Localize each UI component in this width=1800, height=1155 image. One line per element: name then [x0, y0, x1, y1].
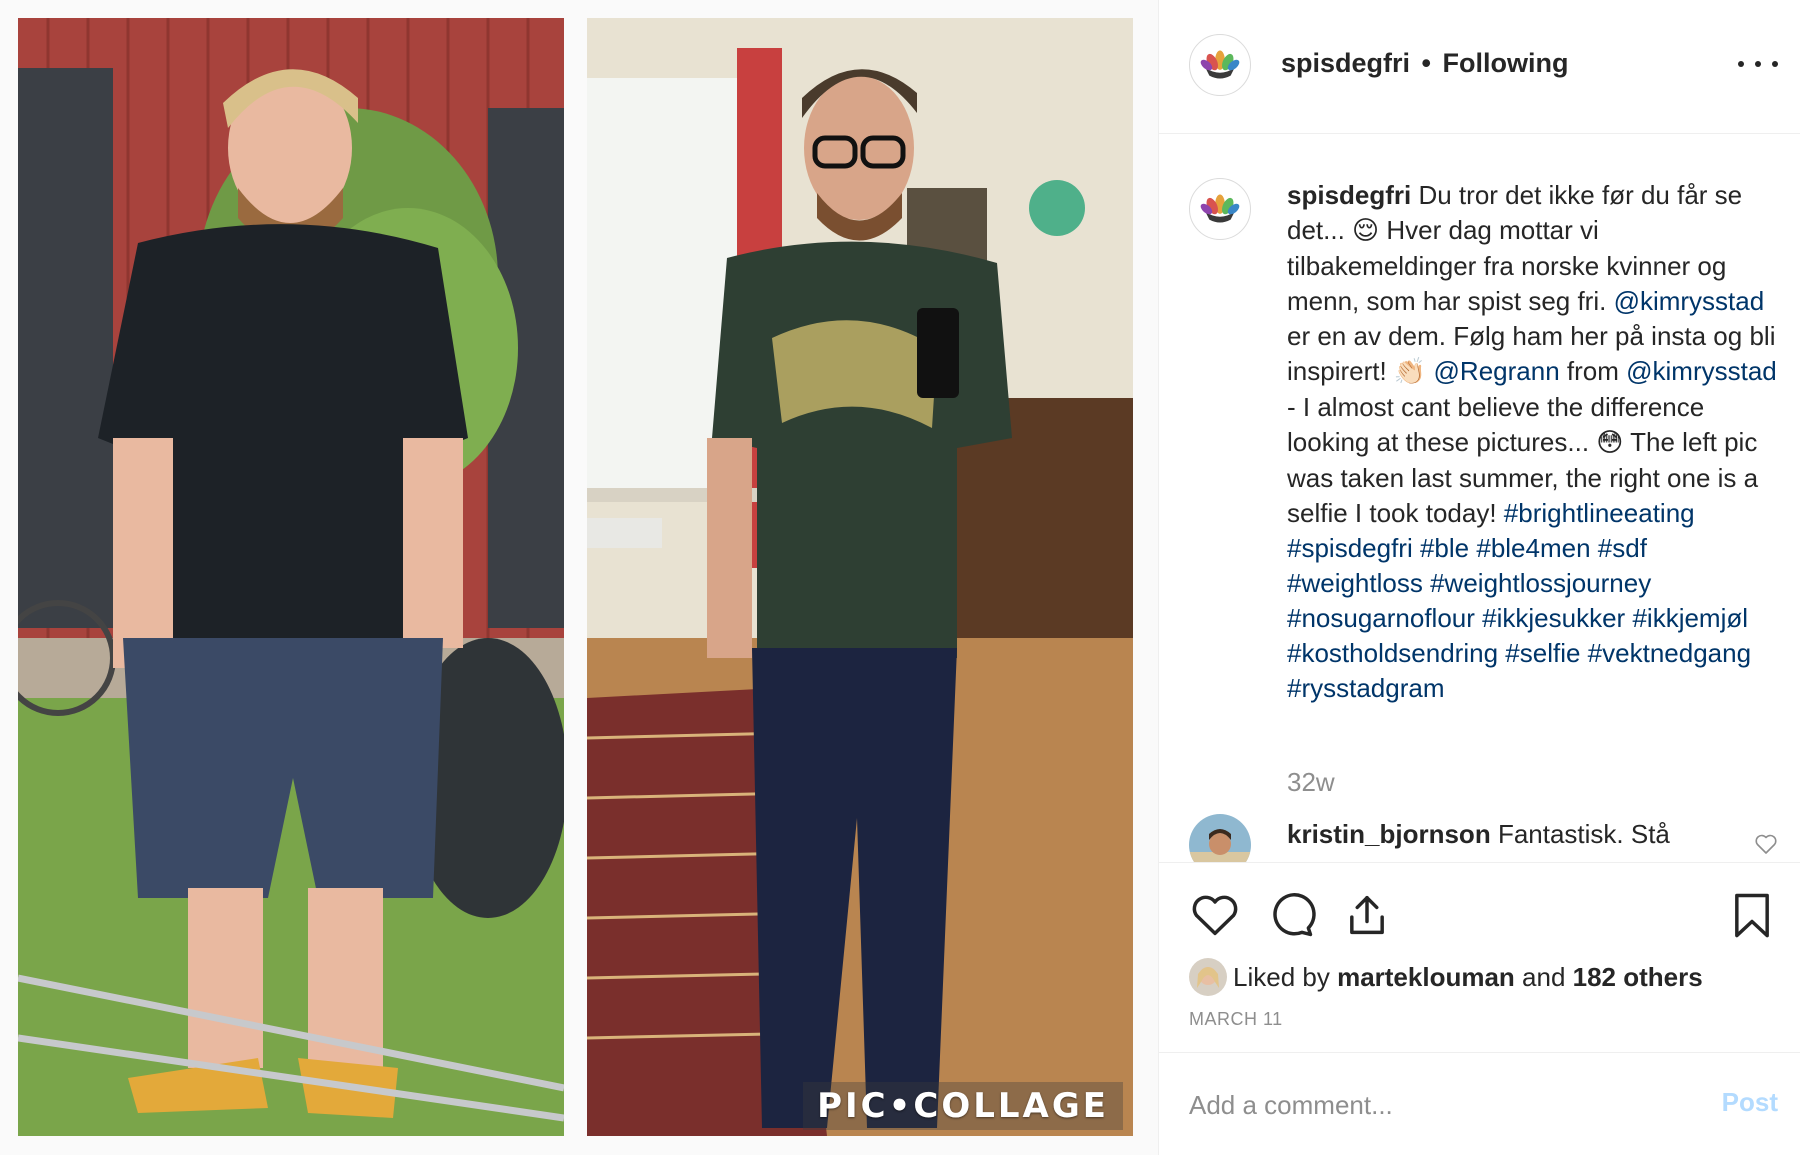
commenter-username[interactable]: kristin_bjornson [1287, 819, 1491, 849]
follow-status-button[interactable]: Following [1443, 48, 1569, 78]
caption-text: from [1559, 356, 1627, 386]
pic-collage-watermark: PIC•COLLAGE [803, 1082, 1123, 1130]
likes-summary[interactable]: Liked by marteklouman and 182 others [1189, 957, 1703, 997]
before-photo [18, 18, 564, 1136]
profile-avatar[interactable] [1189, 34, 1251, 96]
post-side-panel: spisdegfri • Following spisdegfri Du tro… [1158, 0, 1800, 1155]
comment-bubble-icon[interactable] [1265, 889, 1317, 941]
hashtag-link[interactable]: #ble [1420, 533, 1469, 563]
likes-prefix: Liked by [1233, 961, 1338, 992]
likes-count[interactable]: 182 others [1573, 962, 1703, 993]
post-comment-button[interactable]: Post [1722, 1087, 1778, 1118]
hashtag-link[interactable]: #kostholdsendring [1287, 638, 1498, 668]
add-comment-bar: Post [1159, 1052, 1800, 1155]
clapping-emoji: 👏🏻 [1393, 357, 1427, 387]
mention-link[interactable]: @Regrann [1434, 356, 1560, 386]
post-header: spisdegfri • Following [1159, 0, 1800, 134]
hashtag-link[interactable]: #weightloss [1287, 568, 1423, 598]
hashtag-link[interactable]: #brightlineeating [1504, 498, 1695, 528]
caption-avatar[interactable] [1189, 178, 1251, 240]
post-media[interactable]: PIC•COLLAGE [0, 0, 1158, 1155]
hashtag-link[interactable]: #rysstadgram [1287, 673, 1445, 703]
post-actions: Liked by marteklouman and 182 others MAR… [1159, 862, 1800, 1052]
share-icon[interactable] [1341, 889, 1393, 941]
likes-middle: and [1514, 961, 1573, 992]
after-photo: PIC•COLLAGE [587, 18, 1133, 1136]
caption-username[interactable]: spisdegfri [1287, 180, 1411, 210]
comments-section[interactable]: spisdegfri Du tror det ikke før du får s… [1159, 134, 1800, 862]
heart-icon[interactable] [1189, 889, 1241, 941]
commenter-avatar[interactable] [1189, 814, 1251, 862]
comment-item: kristin_bjornson Fantastisk. Stå [1287, 817, 1670, 852]
hashtag-link[interactable]: #ikkjesukker [1482, 603, 1625, 633]
hashtag-link[interactable]: #vektnedgang [1588, 638, 1751, 668]
flushed-emoji: 😳 [1596, 428, 1624, 458]
hashtag-link[interactable]: #weightlossjourney [1430, 568, 1651, 598]
comment-heart-icon[interactable] [1754, 832, 1778, 856]
comment-input[interactable] [1189, 1085, 1669, 1125]
more-options-icon[interactable] [1738, 48, 1778, 80]
hashtag-link[interactable]: #ble4men [1476, 533, 1590, 563]
hashtag-link[interactable]: #nosugarnoflour [1287, 603, 1475, 633]
mention-link[interactable]: @kimrysstad [1626, 356, 1777, 386]
hashtag-link[interactable]: #spisdegfri [1287, 533, 1413, 563]
liker-username[interactable]: marteklouman [1337, 962, 1515, 993]
hashtag-link[interactable]: #sdf [1598, 533, 1647, 563]
hashtag-link[interactable]: #ikkjemjøl [1632, 603, 1748, 633]
relieved-emoji: 😌 [1352, 216, 1380, 246]
username-link[interactable]: spisdegfri [1281, 48, 1410, 78]
liker-avatar[interactable] [1189, 958, 1227, 996]
bookmark-icon[interactable] [1726, 889, 1778, 941]
post-author: spisdegfri • Following [1281, 48, 1569, 79]
separator-dot: • [1421, 48, 1431, 78]
post-date[interactable]: MARCH 11 [1189, 1009, 1283, 1030]
comment-body: Fantastisk. Stå [1497, 819, 1670, 849]
post-caption: spisdegfri Du tror det ikke før du får s… [1287, 178, 1777, 706]
caption-timestamp[interactable]: 32w [1287, 767, 1335, 798]
mention-link[interactable]: @kimrysstad [1614, 286, 1765, 316]
hashtag-link[interactable]: #selfie [1505, 638, 1580, 668]
